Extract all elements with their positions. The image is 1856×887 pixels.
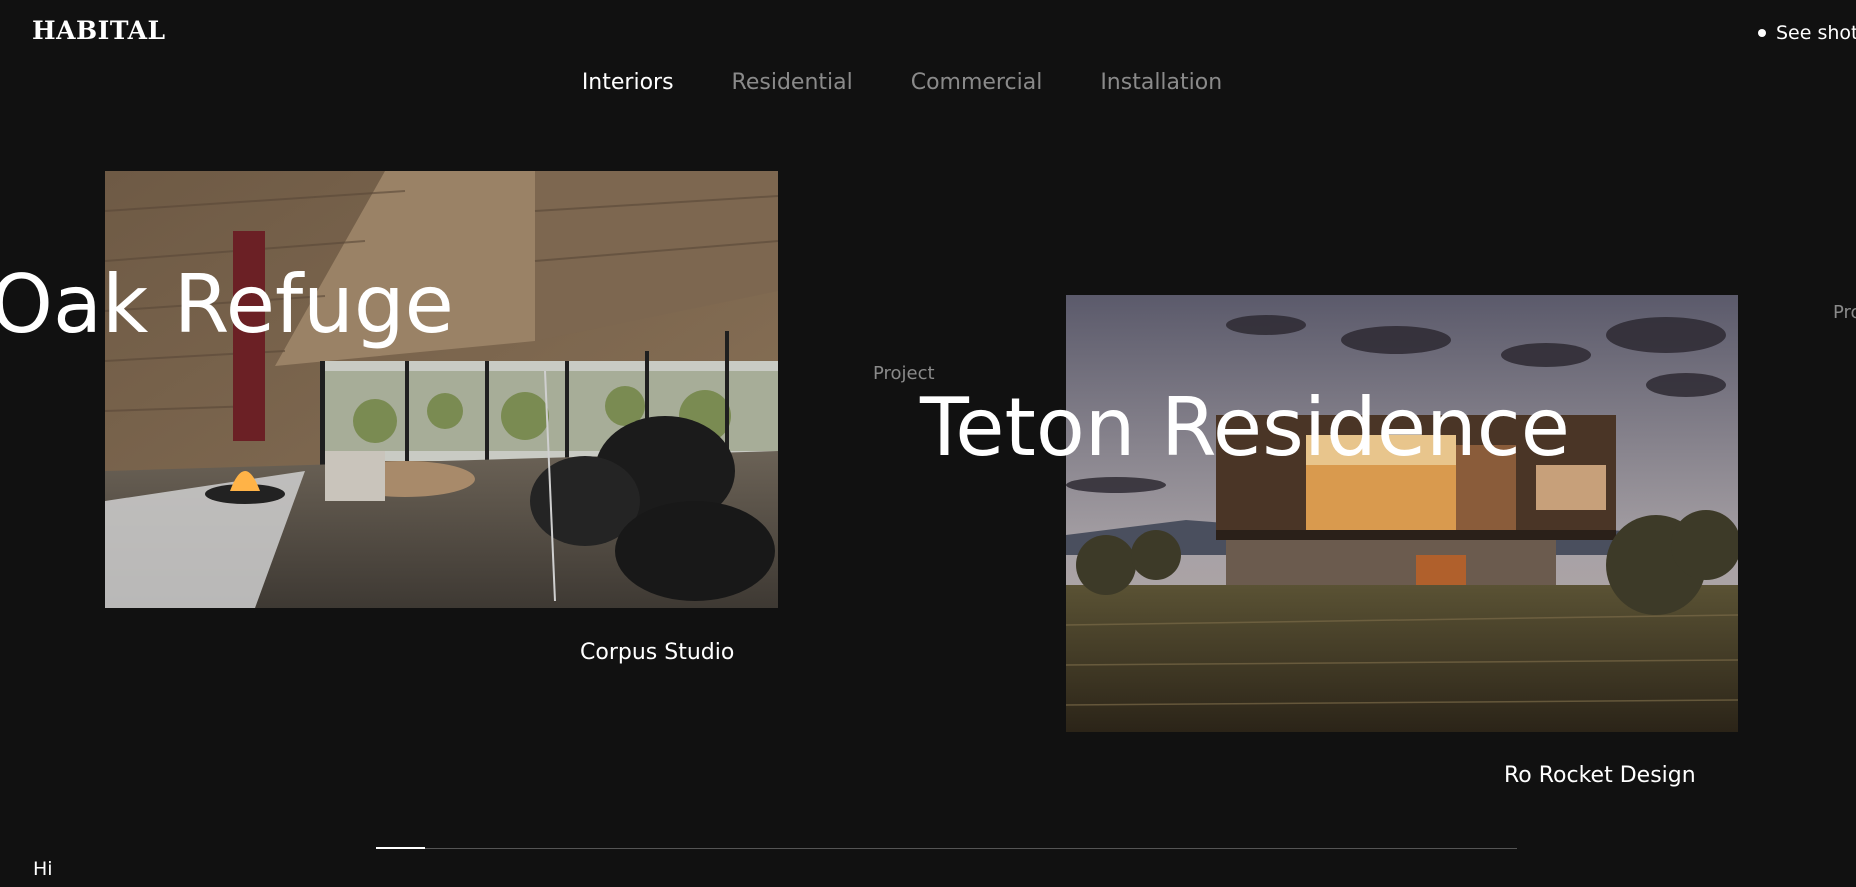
brand-logo[interactable]: HABITAL [32, 16, 166, 45]
tab-residential[interactable]: Residential [732, 70, 853, 95]
tab-installation[interactable]: Installation [1100, 70, 1222, 95]
project-studio-ro-rocket: Ro Rocket Design [1504, 763, 1696, 788]
slider-progress-track[interactable] [376, 847, 1517, 849]
project-eyebrow-next: Pro [1833, 302, 1856, 323]
project-title-oak-refuge[interactable]: Oak Refuge [0, 265, 454, 345]
project-title-teton-residence[interactable]: Teton Residence [920, 388, 1570, 468]
category-tabs: Interiors Residential Commercial Install… [0, 70, 1830, 95]
project-image-oak-refuge[interactable] [105, 171, 778, 608]
greeting-text: Hi [33, 858, 53, 880]
tab-commercial[interactable]: Commercial [911, 70, 1043, 95]
see-shot-label: See shot [1776, 22, 1856, 44]
bullet-dot-icon [1758, 29, 1766, 37]
see-shot-button[interactable]: See shot [1758, 22, 1856, 44]
project-image-teton-residence[interactable] [1066, 295, 1738, 732]
house-photo-illustration [1066, 295, 1738, 732]
project-studio-corpus: Corpus Studio [580, 640, 735, 665]
tab-interiors[interactable]: Interiors [582, 70, 674, 95]
interior-photo-illustration [105, 171, 778, 608]
slider-progress-fill [376, 847, 426, 849]
